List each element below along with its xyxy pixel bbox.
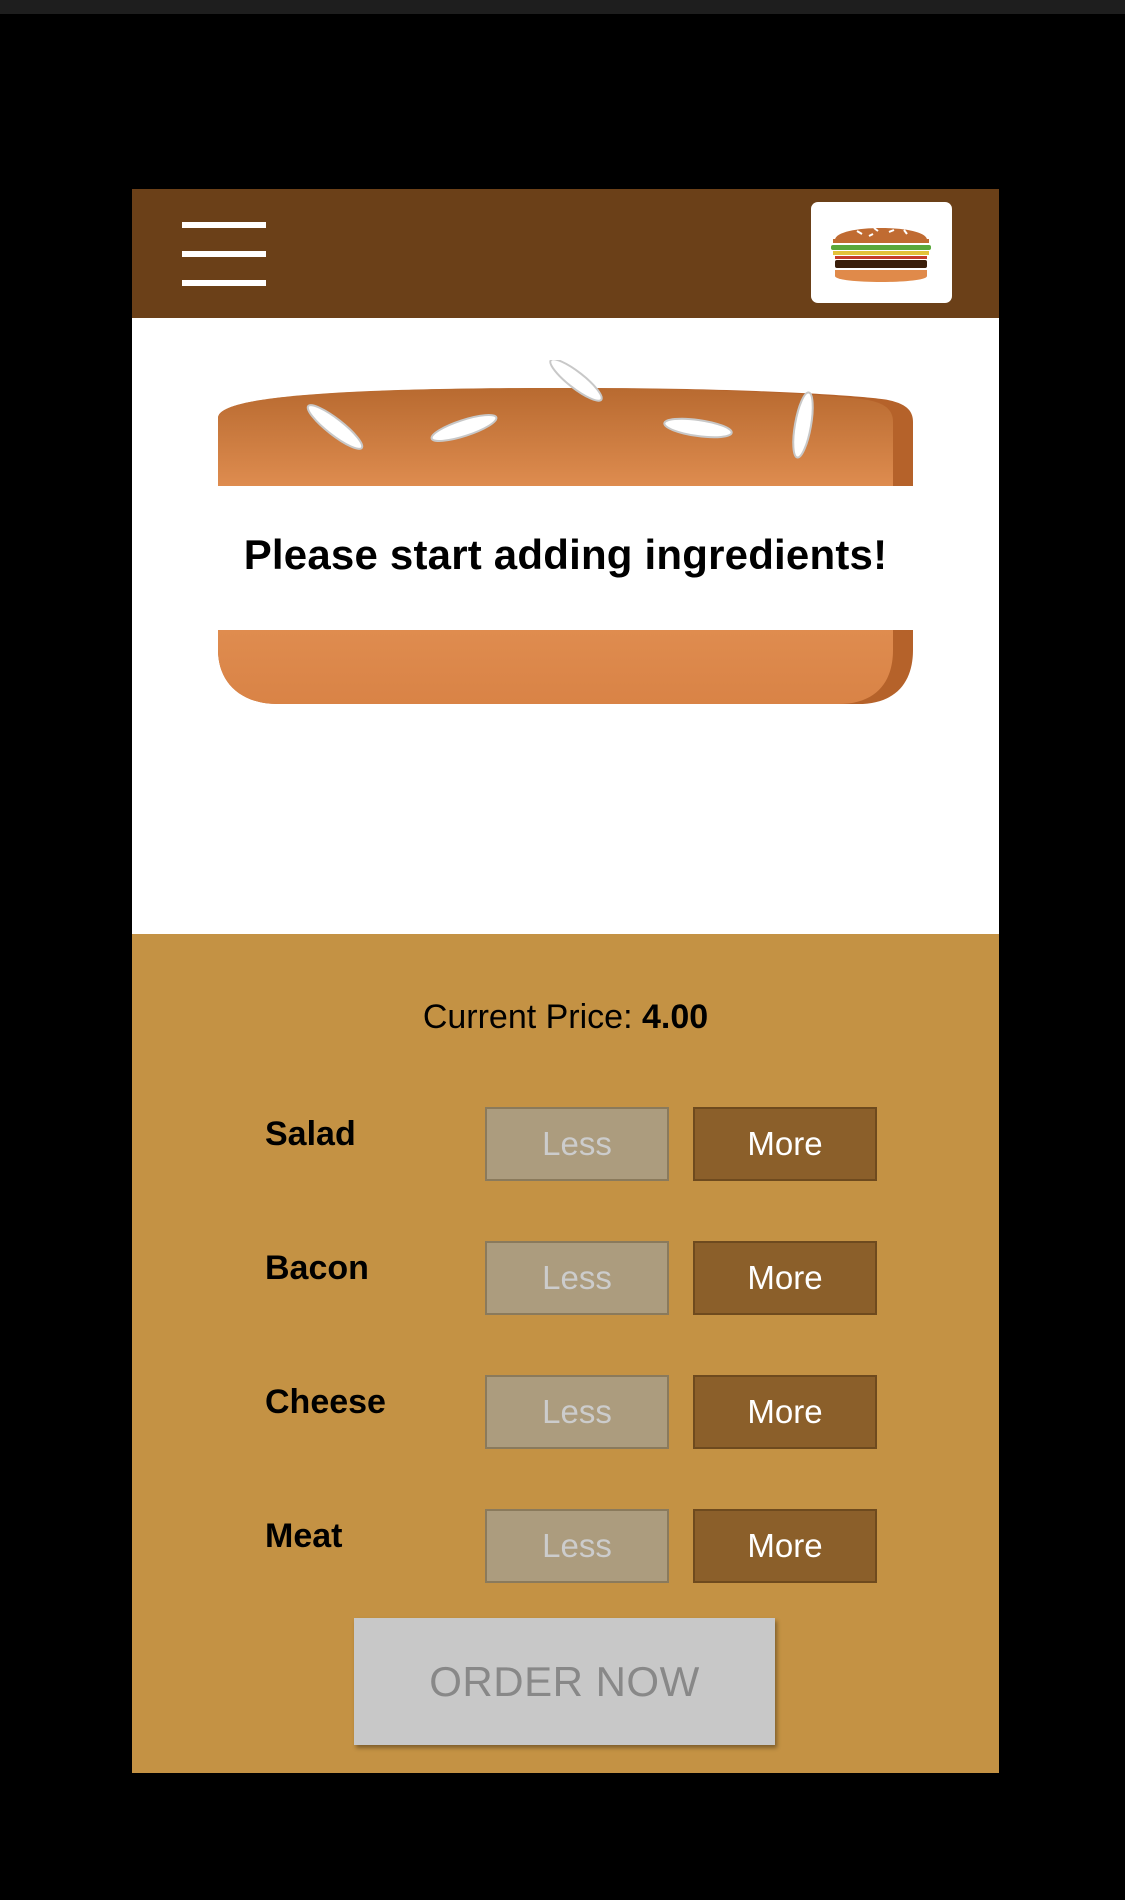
current-price: Current Price: 4.00 [132, 998, 999, 1037]
logo[interactable] [811, 202, 952, 303]
more-salad-button[interactable]: More [693, 1107, 877, 1181]
bun-top [218, 360, 913, 486]
ingredient-label: Bacon [265, 1249, 369, 1287]
more-bacon-button[interactable]: More [693, 1241, 877, 1315]
less-meat-button[interactable]: Less [485, 1509, 669, 1583]
less-salad-button[interactable]: Less [485, 1107, 669, 1181]
ingredient-row-bacon: Bacon Less More [132, 1241, 999, 1315]
ingredient-label: Salad [265, 1115, 356, 1153]
build-controls: Current Price: 4.00 Salad Less More Baco… [132, 934, 999, 1773]
price-label: Current Price: [422, 998, 633, 1036]
toolbar [132, 189, 999, 318]
ingredient-row-meat: Meat Less More [132, 1509, 999, 1583]
ingredient-row-cheese: Cheese Less More [132, 1375, 999, 1449]
hamburger-menu-icon[interactable] [182, 222, 266, 286]
burger-logo-icon [831, 227, 931, 282]
empty-burger-prompt: Please start adding ingredients! [243, 531, 888, 578]
ingredient-label: Cheese [265, 1383, 386, 1421]
less-bacon-button[interactable]: Less [485, 1241, 669, 1315]
ingredient-row-salad: Salad Less More [132, 1107, 999, 1181]
ingredient-label: Meat [265, 1517, 343, 1555]
price-value: 4.00 [642, 998, 709, 1036]
burger-builder-app: Please start adding ingredients! Current… [132, 189, 999, 1773]
order-now-button[interactable]: ORDER NOW [354, 1618, 775, 1745]
less-cheese-button[interactable]: Less [485, 1375, 669, 1449]
burger-preview: Please start adding ingredients! [132, 318, 999, 934]
more-meat-button[interactable]: More [693, 1509, 877, 1583]
bun-bottom [218, 630, 913, 704]
status-strip [0, 0, 1125, 14]
more-cheese-button[interactable]: More [693, 1375, 877, 1449]
